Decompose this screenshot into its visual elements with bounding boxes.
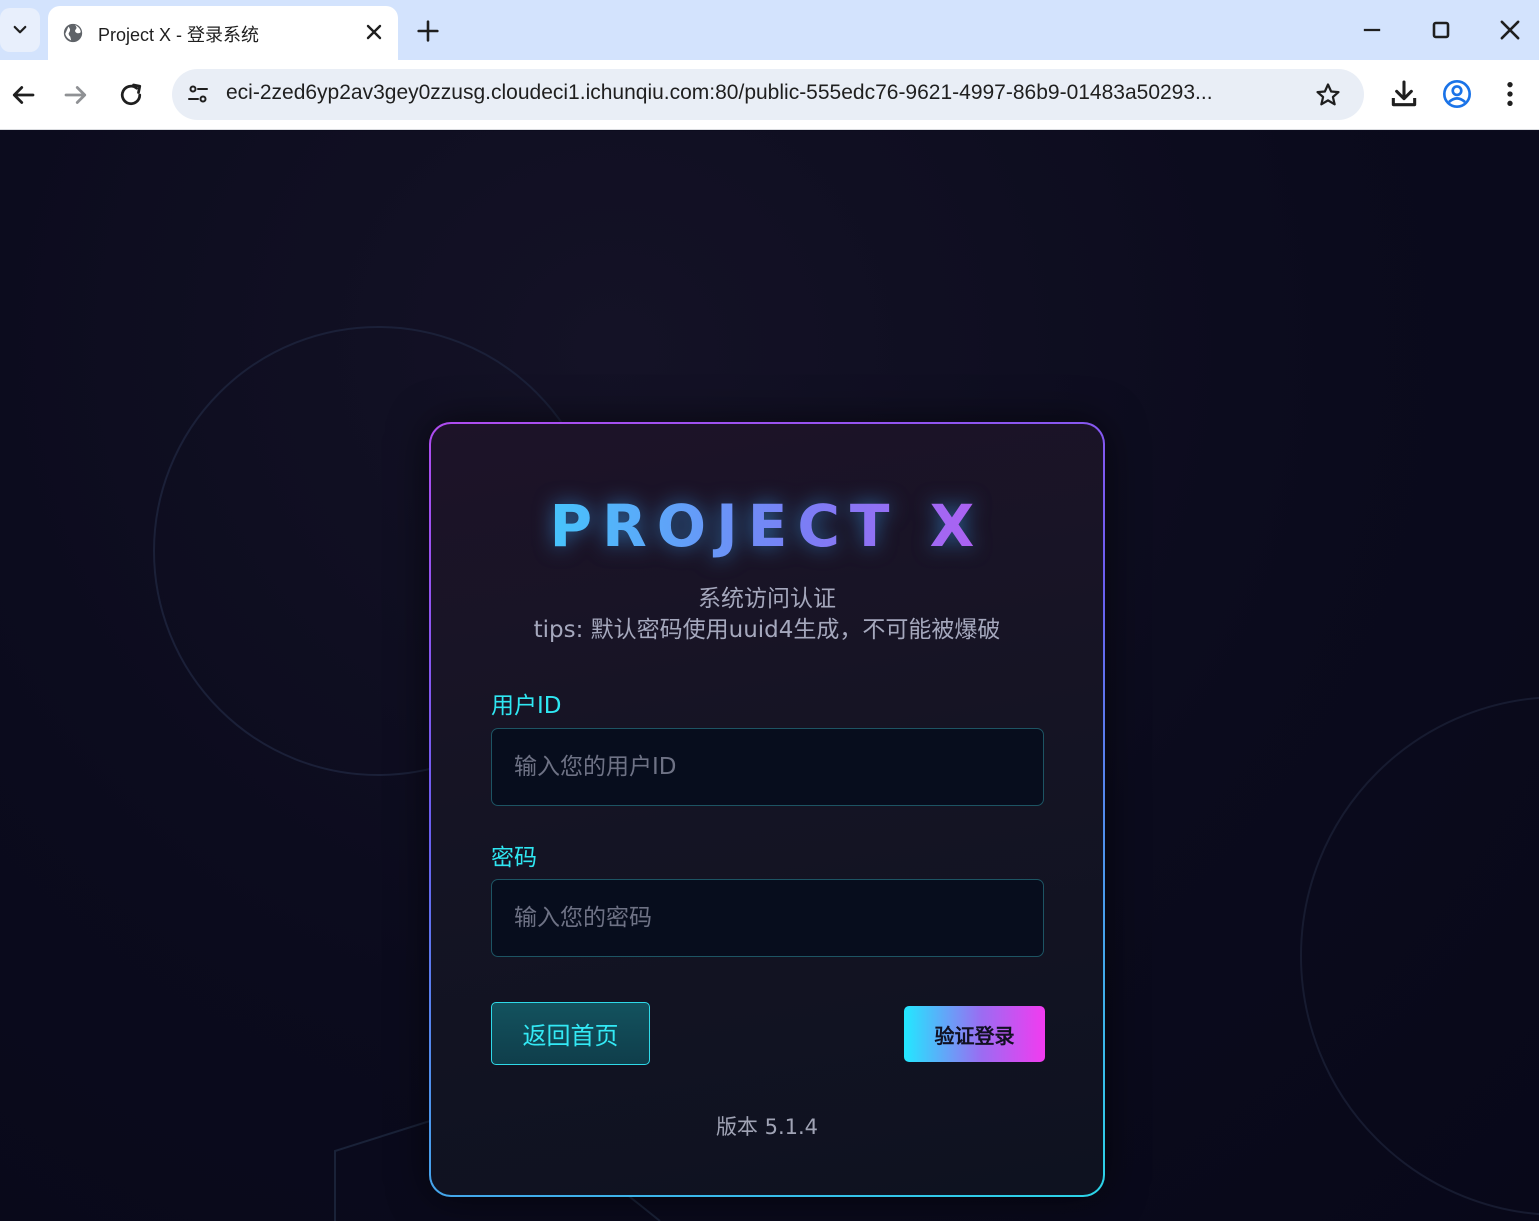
back-arrow-icon[interactable] — [8, 80, 38, 110]
url-text[interactable]: eci-2zed6yp2av3gey0zzusg.cloudeci1.ichun… — [226, 81, 1296, 105]
forward-arrow-icon[interactable] — [61, 80, 91, 110]
chevron-down-icon — [13, 25, 27, 34]
globe-icon — [63, 23, 83, 43]
login-card-body: PROJECT X 系统访问认证 tips: 默认密码使用uuid4生成，不可能… — [431, 424, 1103, 1195]
new-tab-plus-icon[interactable] — [414, 17, 442, 45]
address-bar[interactable]: eci-2zed6yp2av3gey0zzusg.cloudeci1.ichun… — [172, 69, 1364, 120]
tab-search-button[interactable] — [0, 8, 40, 52]
verify-login-button[interactable]: 验证登录 — [904, 1006, 1045, 1062]
minimize-icon[interactable] — [1358, 16, 1386, 44]
password-label: 密码 — [491, 845, 537, 871]
card-subtitle: 系统访问认证 — [698, 586, 836, 612]
page-viewport: PROJECT X 系统访问认证 tips: 默认密码使用uuid4生成，不可能… — [0, 131, 1539, 1221]
project-logo: PROJECT X — [431, 492, 1103, 560]
login-card: PROJECT X 系统访问认证 tips: 默认密码使用uuid4生成，不可能… — [429, 422, 1105, 1197]
maximize-icon[interactable] — [1427, 16, 1455, 44]
site-settings-icon[interactable] — [186, 82, 210, 106]
password-tips: tips: 默认密码使用uuid4生成，不可能被爆破 — [533, 617, 1001, 643]
version-label: 版本 5.1.4 — [715, 1115, 819, 1139]
more-menu-icon[interactable] — [1494, 78, 1526, 110]
back-home-button[interactable]: 返回首页 — [491, 1002, 650, 1065]
browser-toolbar: eci-2zed6yp2av3gey0zzusg.cloudeci1.ichun… — [0, 60, 1539, 130]
reload-icon[interactable] — [116, 80, 146, 110]
user-id-label: 用户ID — [491, 693, 562, 719]
window-close-icon[interactable] — [1496, 16, 1524, 44]
close-icon[interactable] — [362, 20, 386, 44]
browser-tab-bar: Project X - 登录系统 — [0, 0, 1539, 60]
bookmark-star-icon[interactable] — [1314, 81, 1342, 109]
download-icon[interactable] — [1388, 78, 1420, 110]
browser-tab-active[interactable]: Project X - 登录系统 — [48, 6, 398, 60]
user-id-input[interactable] — [491, 728, 1044, 806]
profile-avatar-icon[interactable] — [1441, 78, 1473, 110]
tab-title: Project X - 登录系统 — [98, 25, 260, 45]
password-input[interactable] — [491, 879, 1044, 957]
